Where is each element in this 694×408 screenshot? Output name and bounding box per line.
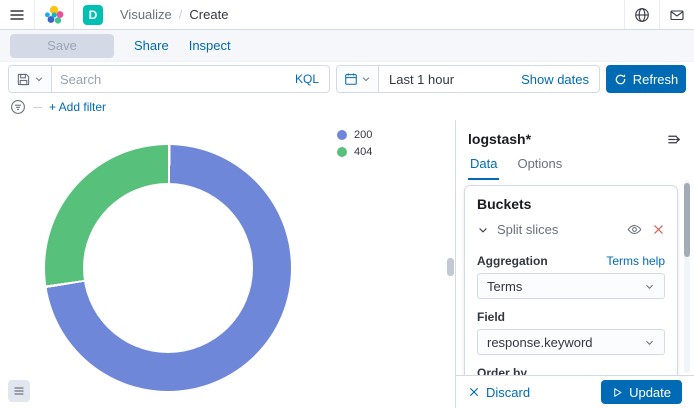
editor-tabs: Data Options — [468, 156, 682, 180]
space-badge[interactable]: D — [83, 5, 103, 25]
breadcrumb-visualize[interactable]: Visualize — [120, 7, 172, 22]
elastic-logo[interactable] — [44, 5, 64, 25]
close-icon — [652, 223, 665, 236]
elastic-logo-icon — [44, 5, 64, 25]
editor-panel-header: logstash* Data Options — [456, 120, 694, 180]
editor-panel-body: Buckets Split slices — [456, 180, 694, 375]
menu-right-icon — [667, 132, 682, 147]
envelope-newsfeed-button[interactable] — [669, 7, 685, 23]
aggregation-label: Aggregation — [477, 254, 548, 268]
aggregation-select[interactable]: Terms — [477, 273, 665, 299]
main-content: 200404 logstash* Data Options — [0, 120, 694, 408]
time-range-display[interactable]: Last 1 hour Show dates — [379, 66, 599, 92]
help-section — [624, 0, 659, 29]
visualization-editor-panel: logstash* Data Options Buckets Split sli… — [456, 120, 694, 408]
breadcrumb-separator: / — [179, 7, 183, 22]
logo-section — [35, 0, 74, 29]
donut-chart[interactable] — [45, 145, 291, 391]
save-query-icon — [16, 72, 31, 87]
chevron-down-icon — [361, 74, 371, 84]
update-label: Update — [629, 385, 671, 400]
filter-bar: + Add filter — [0, 94, 694, 120]
kibana-app: D Visualize / Create Save Share Inspect — [0, 0, 694, 408]
chevron-down-icon — [644, 281, 655, 292]
discard-label: Discard — [486, 385, 530, 400]
play-icon — [612, 387, 623, 398]
update-button[interactable]: Update — [601, 380, 682, 404]
legend-swatch — [337, 147, 347, 157]
buckets-card: Buckets Split slices — [464, 185, 678, 375]
filter-divider — [33, 107, 42, 108]
split-slices-label: Split slices — [497, 222, 619, 237]
legend-toggle-button[interactable] — [8, 380, 30, 402]
field-label: Field — [477, 310, 505, 324]
index-pattern-title: logstash* — [468, 131, 531, 147]
chevron-down-icon — [477, 224, 489, 236]
top-header: D Visualize / Create — [0, 0, 694, 30]
chevron-down-icon — [644, 337, 655, 348]
search-bar-group: KQL — [8, 65, 330, 93]
panel-resizer[interactable] — [446, 120, 456, 408]
tab-data[interactable]: Data — [468, 156, 499, 180]
close-icon — [468, 386, 480, 398]
menu-section — [0, 0, 35, 29]
legend-item[interactable]: 200 — [337, 129, 372, 141]
aggregation-group: Aggregation Terms help Terms — [465, 254, 677, 299]
discard-button[interactable]: Discard — [468, 385, 530, 400]
field-select[interactable]: response.keyword — [477, 329, 665, 355]
order-by-label: Order by — [477, 366, 527, 375]
eye-icon — [627, 222, 642, 237]
legend-swatch — [337, 130, 347, 140]
terms-help-link[interactable]: Terms help — [606, 254, 665, 268]
field-group: Field response.keyword — [465, 310, 677, 355]
legend-item[interactable]: 404 — [337, 146, 372, 158]
refresh-label: Refresh — [633, 72, 679, 87]
show-dates-button[interactable]: Show dates — [511, 72, 599, 87]
newsfeed-section — [659, 0, 694, 29]
legend-label: 200 — [354, 129, 372, 141]
aggregation-value: Terms — [487, 279, 522, 294]
chart-legend: 200404 — [337, 129, 372, 158]
visualize-toolbar: Save Share Inspect — [0, 30, 694, 62]
globe-help-button[interactable] — [634, 7, 650, 23]
refresh-icon — [614, 73, 627, 86]
legend-label: 404 — [354, 146, 372, 158]
visualization-area: 200404 — [0, 120, 446, 408]
calendar-icon — [344, 72, 358, 86]
hamburger-menu-button[interactable] — [9, 7, 25, 23]
breadcrumb-create: Create — [189, 7, 228, 22]
date-quick-select-button[interactable] — [337, 66, 379, 92]
tab-options[interactable]: Options — [515, 156, 564, 180]
share-button[interactable]: Share — [134, 38, 169, 53]
query-bar: KQL Last 1 hour Show dates Refresh — [0, 62, 694, 94]
globe-icon — [634, 7, 650, 23]
saved-query-menu-button[interactable] — [9, 66, 52, 92]
list-icon — [13, 385, 25, 397]
panel-scrollbar-thumb[interactable] — [684, 183, 690, 257]
chevron-down-icon — [34, 74, 44, 84]
order-by-group: Order by Metric: Count — [465, 366, 677, 375]
time-range-value[interactable]: Last 1 hour — [379, 72, 454, 87]
split-slices-row[interactable]: Split slices — [465, 216, 677, 243]
search-input[interactable] — [52, 66, 285, 92]
editor-panel-footer: Discard Update — [456, 375, 694, 408]
nav-section: D Visualize / Create — [74, 0, 237, 29]
toggle-visibility-button[interactable] — [627, 222, 642, 237]
query-language-button[interactable]: KQL — [285, 72, 329, 86]
filter-icon — [10, 99, 26, 115]
collapse-panel-button[interactable] — [667, 132, 682, 147]
remove-bucket-button[interactable] — [652, 223, 665, 236]
breadcrumb: Visualize / Create — [120, 7, 228, 22]
add-filter-button[interactable]: + Add filter — [49, 100, 106, 114]
refresh-button[interactable]: Refresh — [606, 65, 686, 93]
resizer-grip-handle[interactable] — [447, 258, 454, 276]
hamburger-icon — [9, 7, 25, 23]
date-picker-group: Last 1 hour Show dates — [336, 65, 600, 93]
header-spacer — [237, 0, 624, 29]
save-button[interactable]: Save — [10, 34, 114, 58]
envelope-icon — [669, 7, 685, 23]
field-value: response.keyword — [487, 335, 593, 350]
inspect-button[interactable]: Inspect — [189, 38, 231, 53]
buckets-title: Buckets — [465, 186, 677, 216]
